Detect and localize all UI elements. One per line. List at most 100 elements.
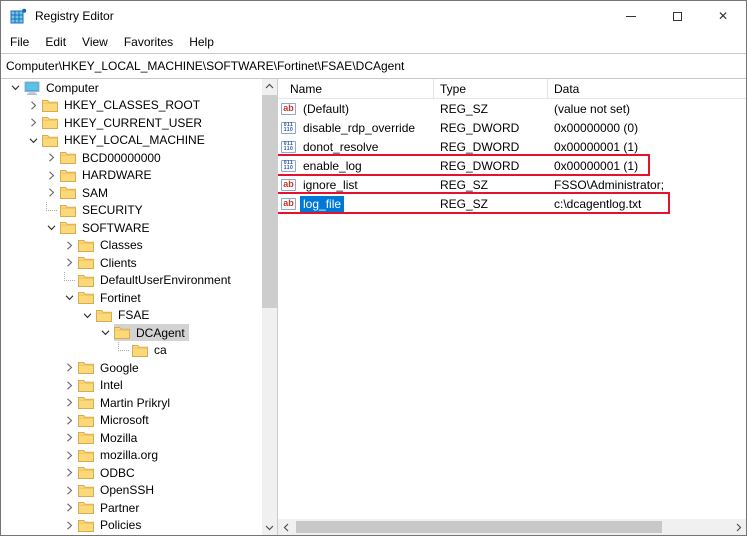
- maximize-button[interactable]: [654, 1, 700, 31]
- tree-item-martin-prikryl[interactable]: Martin Prikryl: [1, 394, 263, 412]
- tree-item-mozilla-org[interactable]: mozilla.org: [1, 447, 263, 465]
- tree-item-policies[interactable]: Policies: [1, 517, 263, 535]
- minimize-button[interactable]: [608, 1, 654, 31]
- scroll-left-button[interactable]: [278, 519, 294, 535]
- registry-tree-pane: Computer HKEY_CLASSES_ROOT HKEY_CURRENT_…: [1, 79, 278, 535]
- list-scrollbar-thumb[interactable]: [296, 521, 662, 533]
- value-data: 0x00000001 (1): [554, 139, 639, 154]
- folder-icon: [60, 187, 76, 200]
- chevron-right-icon: [49, 188, 55, 197]
- registry-editor-app-icon: [10, 8, 27, 25]
- menu-help[interactable]: Help: [181, 33, 222, 51]
- chevron-right-icon[interactable]: [61, 416, 78, 425]
- string-icon: ab: [281, 197, 296, 210]
- tree-item-odbc[interactable]: ODBC: [1, 464, 263, 482]
- chevron-right-icon[interactable]: [61, 363, 78, 372]
- value-name: enable_log: [303, 158, 362, 173]
- tree-item-label: Intel: [100, 378, 123, 393]
- close-button[interactable]: ✕: [700, 1, 746, 31]
- chevron-right-icon[interactable]: [61, 468, 78, 477]
- chevron-right-icon[interactable]: [61, 258, 78, 267]
- folder-icon: [78, 379, 94, 392]
- chevron-right-icon: [67, 363, 73, 372]
- tree-item-hkey-current-user[interactable]: HKEY_CURRENT_USER: [1, 114, 263, 132]
- tree-item-clients[interactable]: Clients: [1, 254, 263, 272]
- chevron-down-icon[interactable]: [7, 83, 24, 92]
- folder-icon: [78, 432, 94, 445]
- chevron-right-icon[interactable]: [61, 381, 78, 390]
- menu-edit[interactable]: Edit: [37, 33, 74, 51]
- chevron-down-icon[interactable]: [43, 223, 60, 232]
- value-row-disable-rdp-override[interactable]: 011 110 disable_rdp_override REG_DWORD 0x000…: [278, 118, 746, 137]
- tree-item-partner[interactable]: Partner: [1, 499, 263, 517]
- menu-favorites[interactable]: Favorites: [116, 33, 181, 51]
- list-horizontal-scrollbar[interactable]: [278, 519, 746, 535]
- tree-item-bcd00000000[interactable]: BCD00000000: [1, 149, 263, 167]
- scroll-right-button[interactable]: [730, 519, 746, 535]
- chevron-right-icon: [67, 433, 73, 442]
- chevron-right-icon[interactable]: [43, 153, 60, 162]
- value-name: disable_rdp_override: [303, 120, 416, 135]
- tree-item-label: SAM: [82, 185, 109, 200]
- tree-item-label: Computer: [46, 80, 99, 95]
- tree-item-intel[interactable]: Intel: [1, 377, 263, 395]
- column-header-data[interactable]: Data: [548, 79, 746, 98]
- tree-item-sam[interactable]: SAM: [1, 184, 263, 202]
- chevron-right-icon[interactable]: [61, 398, 78, 407]
- tree-item-software[interactable]: SOFTWARE: [1, 219, 263, 237]
- address-bar[interactable]: Computer\HKEY_LOCAL_MACHINE\SOFTWARE\For…: [1, 53, 746, 79]
- chevron-down-icon[interactable]: [97, 328, 114, 337]
- tree-item-computer[interactable]: Computer: [1, 79, 263, 97]
- tree-vertical-scrollbar[interactable]: [262, 79, 277, 535]
- scroll-up-button[interactable]: [262, 79, 277, 94]
- tree-item-label: HARDWARE: [82, 168, 152, 183]
- chevron-right-icon[interactable]: [43, 188, 60, 197]
- tree-item-openssh[interactable]: OpenSSH: [1, 482, 263, 500]
- column-header-name[interactable]: Name: [278, 79, 434, 98]
- value-row--default-[interactable]: ab (Default) REG_SZ (value not set): [278, 99, 746, 118]
- chevron-right-icon[interactable]: [61, 503, 78, 512]
- chevron-right-icon[interactable]: [61, 433, 78, 442]
- menu-view[interactable]: View: [74, 33, 116, 51]
- chevron-right-icon[interactable]: [43, 171, 60, 180]
- tree-item-label: DCAgent: [136, 325, 185, 340]
- tree-item-hkey-local-machine[interactable]: HKEY_LOCAL_MACHINE: [1, 132, 263, 150]
- tree-item-hardware[interactable]: HARDWARE: [1, 167, 263, 185]
- chevron-right-icon[interactable]: [61, 241, 78, 250]
- value-row-log-file[interactable]: ab log_file REG_SZ c:\dcagentlog.txt: [278, 194, 746, 213]
- chevron-right-icon[interactable]: [25, 118, 42, 127]
- value-row-ignore-list[interactable]: ab ignore_list REG_SZ FSSO\Administrator;: [278, 175, 746, 194]
- tree-item-defaultuserenvironment[interactable]: DefaultUserEnvironment: [1, 272, 263, 290]
- scroll-down-button[interactable]: [262, 520, 277, 535]
- chevron-right-icon: [67, 468, 73, 477]
- tree-item-dcagent[interactable]: DCAgent: [1, 324, 263, 342]
- tree-item-fortinet[interactable]: Fortinet: [1, 289, 263, 307]
- tree-item-classes[interactable]: Classes: [1, 237, 263, 255]
- tree-item-microsoft[interactable]: Microsoft: [1, 412, 263, 430]
- value-row-enable-log[interactable]: 011 110 enable_log REG_DWORD 0x00000001 (1): [278, 156, 746, 175]
- tree-item-security[interactable]: SECURITY: [1, 202, 263, 220]
- tree-item-label: Microsoft: [100, 413, 149, 428]
- column-header-type[interactable]: Type: [434, 79, 548, 98]
- chevron-down-icon[interactable]: [61, 293, 78, 302]
- chevron-right-icon[interactable]: [61, 451, 78, 460]
- chevron-down-icon[interactable]: [25, 136, 42, 145]
- value-data: c:\dcagentlog.txt: [554, 196, 642, 211]
- tree-item-ca[interactable]: ca: [1, 342, 263, 360]
- chevron-down-icon[interactable]: [79, 311, 96, 320]
- menu-file[interactable]: File: [2, 33, 37, 51]
- folder-icon: [78, 519, 94, 532]
- tree-scrollbar-thumb[interactable]: [262, 95, 277, 308]
- chevron-right-icon[interactable]: [25, 101, 42, 110]
- chevron-right-icon[interactable]: [61, 521, 78, 530]
- tree-item-google[interactable]: Google: [1, 359, 263, 377]
- folder-icon: [42, 134, 58, 147]
- tree-item-hkey-classes-root[interactable]: HKEY_CLASSES_ROOT: [1, 97, 263, 115]
- tree-item-mozilla[interactable]: Mozilla: [1, 429, 263, 447]
- folder-icon: [78, 484, 94, 497]
- tree-item-fsae[interactable]: FSAE: [1, 307, 263, 325]
- value-row-donot-resolve[interactable]: 011 110 donot_resolve REG_DWORD 0x00000001 (…: [278, 137, 746, 156]
- tree-item-label: Partner: [100, 500, 140, 515]
- tree-item-label: Classes: [100, 238, 143, 253]
- chevron-right-icon[interactable]: [61, 486, 78, 495]
